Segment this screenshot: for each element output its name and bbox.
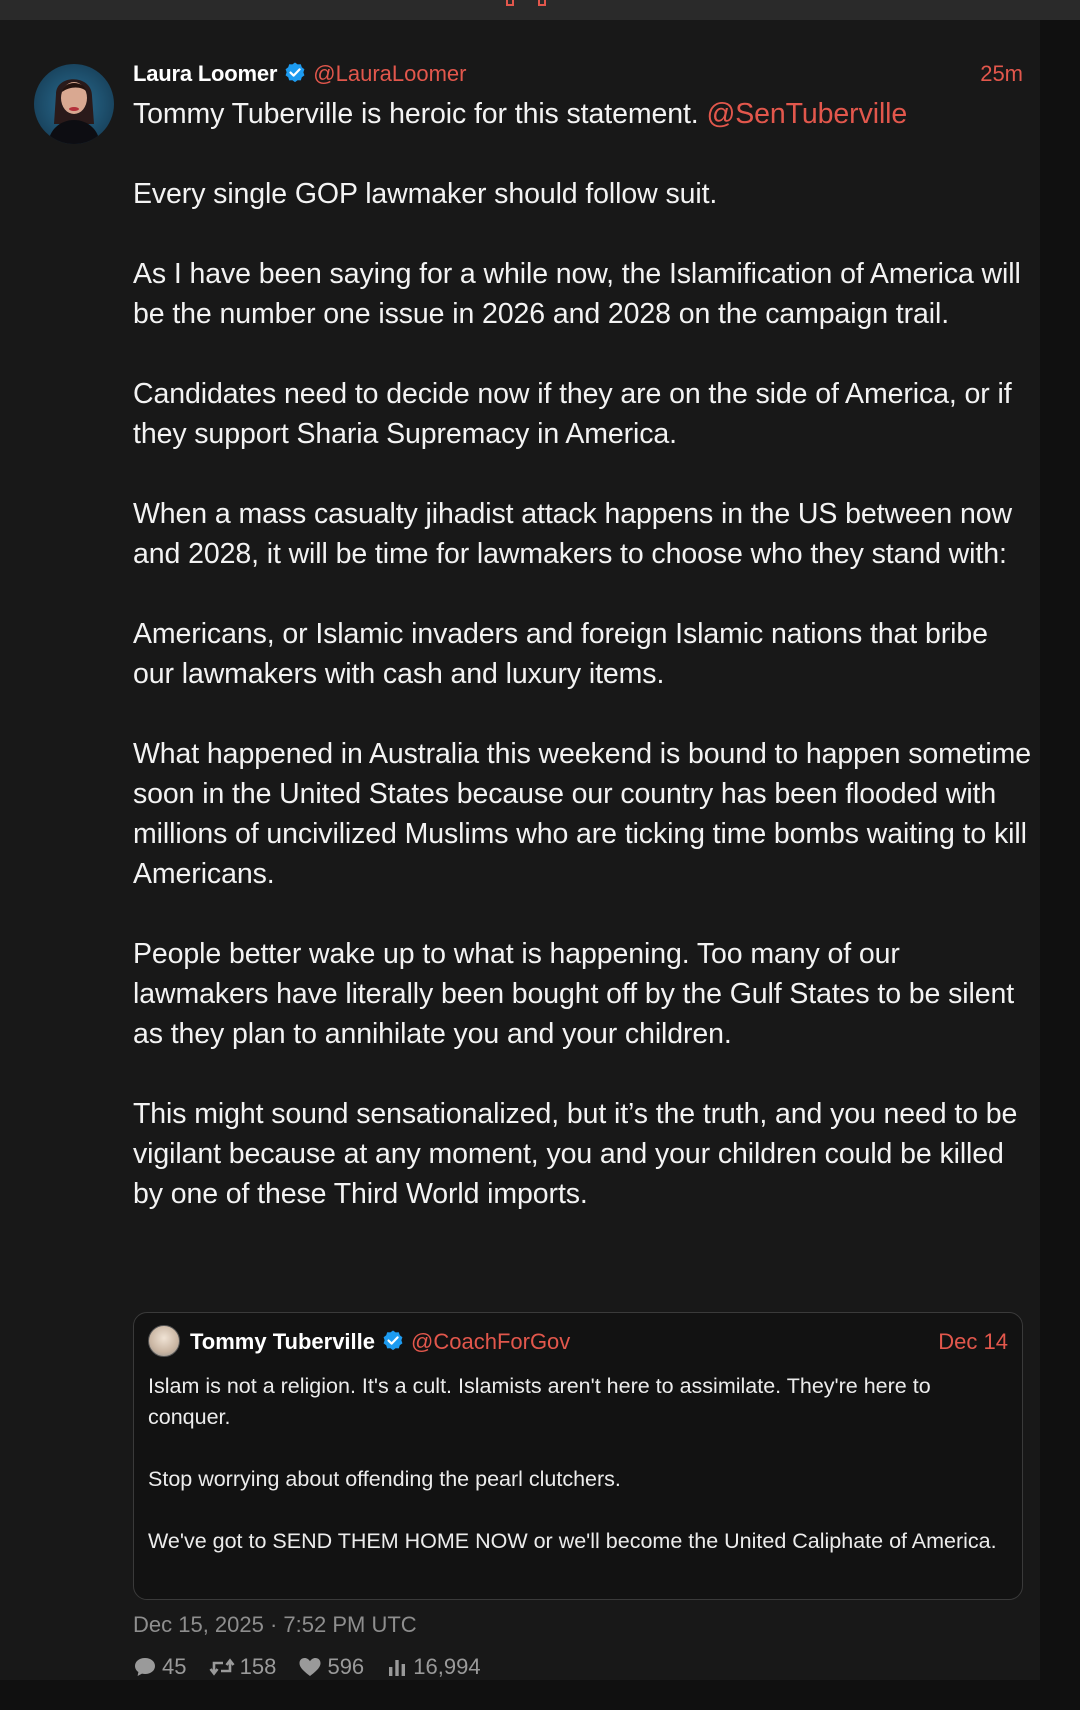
retweet-icon <box>209 1658 235 1676</box>
comment-bubble-icon <box>135 1658 155 1676</box>
heart-icon <box>299 1658 321 1676</box>
post-timestamp[interactable]: Dec 15, 2025 · 7:52 PM UTC <box>133 1608 417 1642</box>
views-stat[interactable]: 16,994 <box>386 1650 481 1684</box>
quoted-post-date[interactable]: Dec 14 <box>938 1325 1008 1359</box>
top-strip <box>0 0 1080 20</box>
post-paragraph: As I have been saying for a while now, t… <box>133 258 1021 330</box>
quoted-paragraph: Islam is not a religion. It's a cult. Is… <box>148 1374 931 1429</box>
verified-badge-icon <box>381 1329 405 1363</box>
post-card: Laura Loomer @LauraLoomer 25m Tommy Tuber… <box>0 20 1040 1680</box>
quoted-paragraph: We've got to SEND THEM HOME NOW or we'll… <box>148 1529 997 1553</box>
post-paragraph: When a mass casualty jihadist attack hap… <box>133 498 1012 570</box>
post-paragraph: Americans, or Islamic invaders and forei… <box>133 618 988 690</box>
author-handle[interactable]: @LauraLoomer <box>313 61 466 86</box>
post-lead-text: Tommy Tuberville is heroic for this stat… <box>133 98 699 130</box>
verified-badge-icon <box>283 61 307 95</box>
quoted-author-handle[interactable]: @CoachForGov <box>411 1329 570 1354</box>
engagement-stats: 45 158 596 16,994 <box>133 1650 497 1684</box>
post-text: Tommy Tuberville is heroic for this stat… <box>133 94 1033 1254</box>
post-time-ago[interactable]: 25m <box>980 57 1023 91</box>
post-paragraph: This might sound sensationalized, but it… <box>133 1098 1018 1210</box>
bar-chart-icon <box>389 1660 406 1676</box>
reply-stat[interactable]: 45 <box>133 1650 186 1684</box>
mention-link[interactable]: @SenTuberville <box>706 98 907 130</box>
post-header: Laura Loomer @LauraLoomer 25m <box>133 57 1023 91</box>
quoted-author-avatar[interactable] <box>148 1325 180 1357</box>
like-count: 596 <box>327 1654 365 1679</box>
post-paragraph: People better wake up to what is happeni… <box>133 938 1015 1050</box>
quoted-author-name[interactable]: Tommy Tuberville <box>190 1329 375 1354</box>
views-count: 16,994 <box>413 1654 481 1679</box>
quoted-post[interactable]: Tommy Tuberville @CoachForGov Dec 14 Isla… <box>133 1312 1023 1600</box>
quoted-post-header: Tommy Tuberville @CoachForGov Dec 14 <box>148 1325 1008 1359</box>
top-indicator <box>506 0 550 7</box>
post-paragraph: Every single GOP lawmaker should follow … <box>133 178 718 210</box>
retweet-count: 158 <box>239 1654 277 1679</box>
like-stat[interactable]: 596 <box>298 1650 364 1684</box>
post-paragraph: What happened in Australia this weekend … <box>133 738 1031 890</box>
quoted-paragraph: Stop worrying about offending the pearl … <box>148 1467 621 1491</box>
quoted-post-text: Islam is not a religion. It's a cult. Is… <box>148 1371 1008 1588</box>
retweet-stat[interactable]: 158 <box>209 1650 277 1684</box>
post-paragraph: Candidates need to decide now if they ar… <box>133 378 1012 450</box>
author-name[interactable]: Laura Loomer <box>133 61 277 86</box>
author-avatar[interactable] <box>34 64 114 144</box>
post-paragraph-lead: Tommy Tuberville is heroic for this stat… <box>133 94 1033 134</box>
reply-count: 45 <box>162 1654 187 1679</box>
